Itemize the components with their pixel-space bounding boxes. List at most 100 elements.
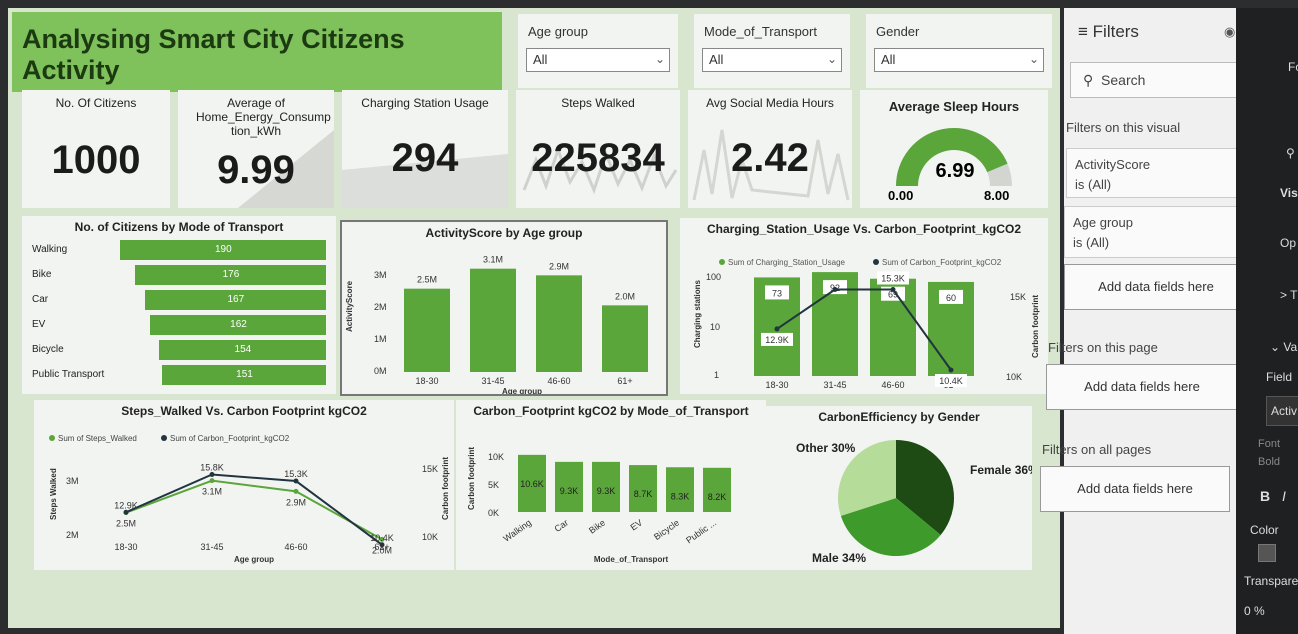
series-line: [776, 288, 952, 371]
eye-icon[interactable]: ◉: [1224, 24, 1235, 40]
data-label: 162: [230, 319, 247, 330]
legend-marker: [873, 259, 879, 265]
kpi-sleep-gauge[interactable]: Average Sleep Hours 6.99 0.00 8.00: [860, 90, 1048, 208]
data-label: 151: [236, 369, 253, 380]
y-axis-title: Steps Walked: [49, 468, 58, 520]
y-tick-label: 2M: [66, 530, 79, 540]
y-tick-label: 0M: [374, 366, 387, 376]
kpi-charging[interactable]: Charging Station Usage 294: [342, 90, 508, 208]
hbar-row[interactable]: EV 162: [32, 315, 332, 335]
chart-title: No. of Citizens by Mode of Transport: [74, 220, 284, 234]
kpi-label: Charging Station Usage: [361, 96, 489, 110]
search-icon[interactable]: ⚲: [1286, 146, 1295, 160]
hbar-row[interactable]: Bicycle 154: [32, 340, 332, 360]
data-label: 154: [234, 344, 252, 355]
data-label: 8.3K: [671, 491, 690, 501]
y2-tick-label: 10K: [1006, 372, 1022, 382]
data-label: 60: [946, 293, 956, 303]
add-all-pages-filter-drop[interactable]: Add data fields here: [1040, 466, 1230, 512]
kpi-value: 225834: [531, 136, 665, 180]
data-label: 176: [222, 269, 240, 280]
hbar-row[interactable]: Bike 176: [32, 265, 332, 285]
hbar-row[interactable]: Walking 190: [32, 240, 332, 260]
data-label: 2.5M: [417, 275, 437, 285]
chart-citizens-by-transport[interactable]: No. of Citizens by Mode of Transport Wal…: [22, 216, 336, 394]
slicer-label: Mode_of_Transport: [704, 24, 817, 39]
filter-card-activityscore[interactable]: ActivityScore is (All): [1066, 148, 1256, 198]
collapsed-section[interactable]: > T: [1280, 288, 1297, 302]
x-tick-label: 46-60: [547, 376, 570, 386]
format-pane: Fo ⚲ Vis Op > T ⌄ Va Field Activ Font Bo…: [1236, 8, 1298, 634]
format-tab[interactable]: Fo: [1288, 60, 1298, 74]
color-swatch[interactable]: [1258, 544, 1276, 562]
slicer-age-group: Age group All ⌄: [518, 14, 678, 88]
x-tick-label: Car: [553, 517, 571, 534]
pie-label: Female 36%: [970, 463, 1032, 477]
kpi-value: 1000: [51, 138, 141, 182]
y-tick-label: 10K: [488, 452, 504, 462]
x-tick-label: 18-30: [765, 380, 788, 390]
options-section[interactable]: Op: [1280, 236, 1296, 250]
line-marker: [123, 509, 129, 515]
gauge-value: 6.99: [935, 160, 975, 182]
x-tick-label: 31-45: [481, 376, 504, 386]
kpi-label: Steps Walked: [561, 96, 635, 110]
bold-button[interactable]: B: [1260, 488, 1270, 504]
italic-button[interactable]: I: [1282, 488, 1286, 504]
y-tick-label: 1: [714, 370, 719, 380]
chart-charging-vs-carbon[interactable]: Charging_Station_Usage Vs. Carbon_Footpr…: [680, 218, 1048, 394]
data-label: 2.9M: [549, 261, 569, 271]
add-page-filter-drop[interactable]: Add data fields here: [1046, 364, 1238, 410]
kpi-label: No. Of Citizens: [55, 96, 137, 110]
filter-field-value: is (All): [1073, 235, 1110, 250]
add-visual-filter-drop[interactable]: Add data fields here: [1064, 264, 1248, 310]
charging-carbon-plot: Sum of Charging_Station_Usage Sum of Carb…: [693, 258, 1040, 394]
kpi-label: Average Sleep Hours: [888, 99, 1020, 114]
values-section[interactable]: ⌄ Va: [1270, 340, 1297, 354]
gender-dropdown[interactable]: All ⌄: [874, 48, 1044, 72]
y-tick-label: 1M: [374, 334, 387, 344]
legend-marker: [49, 435, 55, 441]
report-canvas: Analysing Smart City Citizens Activity A…: [8, 8, 1060, 628]
kpi-label: Avg Social Media Hours: [706, 96, 834, 110]
line-marker: [948, 367, 954, 373]
legend-marker: [161, 435, 167, 441]
x-tick-label: 61+: [617, 376, 632, 386]
filter-card-age-group[interactable]: Age group is (All): [1064, 206, 1256, 258]
chart-activity-score[interactable]: ActivityScore by Age group 3M 2M 1M 0M Activ…: [340, 220, 668, 396]
font-style-select[interactable]: Bold: [1258, 456, 1280, 468]
transparency-value[interactable]: 0 %: [1244, 604, 1265, 618]
carbon-mode-plot: Carbon footprint 10K 5K 0K 10.6K Walking 9.3K C…: [467, 447, 731, 564]
data-label: 9.3K: [560, 486, 579, 496]
chart-carbon-efficiency-by-gender[interactable]: CarbonEfficiency by Gender Female 36% Mal…: [766, 406, 1032, 570]
kpi-energy[interactable]: Average of Home_Energy_Consump tion_kWh …: [178, 90, 334, 208]
data-label: 190: [215, 244, 232, 255]
chart-steps-vs-carbon[interactable]: Steps_Walked Vs. Carbon Footprint kgCO2 …: [34, 400, 454, 570]
hbar-row[interactable]: Car 167: [32, 290, 332, 310]
filter-field-name: Age group: [1073, 215, 1133, 230]
hbar-row[interactable]: Public Transport 151: [32, 365, 332, 385]
data-label: 2.5M: [116, 519, 136, 529]
data-label: 10.4K: [939, 376, 963, 386]
line-marker: [209, 478, 215, 484]
field-select[interactable]: Activ: [1266, 396, 1298, 426]
slicer-label: Gender: [876, 24, 920, 39]
kpi-citizens[interactable]: No. Of Citizens 1000: [22, 90, 170, 208]
bar: [536, 275, 582, 372]
y-axis-title: Carbon footprint: [467, 447, 476, 510]
kpi-steps[interactable]: Steps Walked 225834: [516, 90, 680, 208]
x-tick-label: 61+: [374, 542, 389, 552]
pie-label: Other 30%: [796, 441, 856, 455]
y-tick-label: 3M: [374, 270, 387, 280]
filters-search-input[interactable]: ⚲ Search: [1070, 62, 1264, 98]
kpi-social[interactable]: Avg Social Media Hours 2.42: [688, 90, 852, 208]
visual-tab[interactable]: Vis: [1280, 186, 1298, 200]
bar: [470, 268, 516, 372]
mode-dropdown[interactable]: All ⌄: [702, 48, 842, 72]
kpi-label: Average of Home_Energy_Consump tion_kWh: [196, 96, 331, 138]
series-line: [125, 479, 383, 541]
chart-carbon-by-mode[interactable]: Carbon_Footprint kgCO2 by Mode_of_Transp…: [456, 400, 766, 570]
y2-tick-label: 10K: [422, 532, 438, 542]
bar: [666, 467, 694, 512]
age-group-dropdown[interactable]: All ⌄: [526, 48, 670, 72]
